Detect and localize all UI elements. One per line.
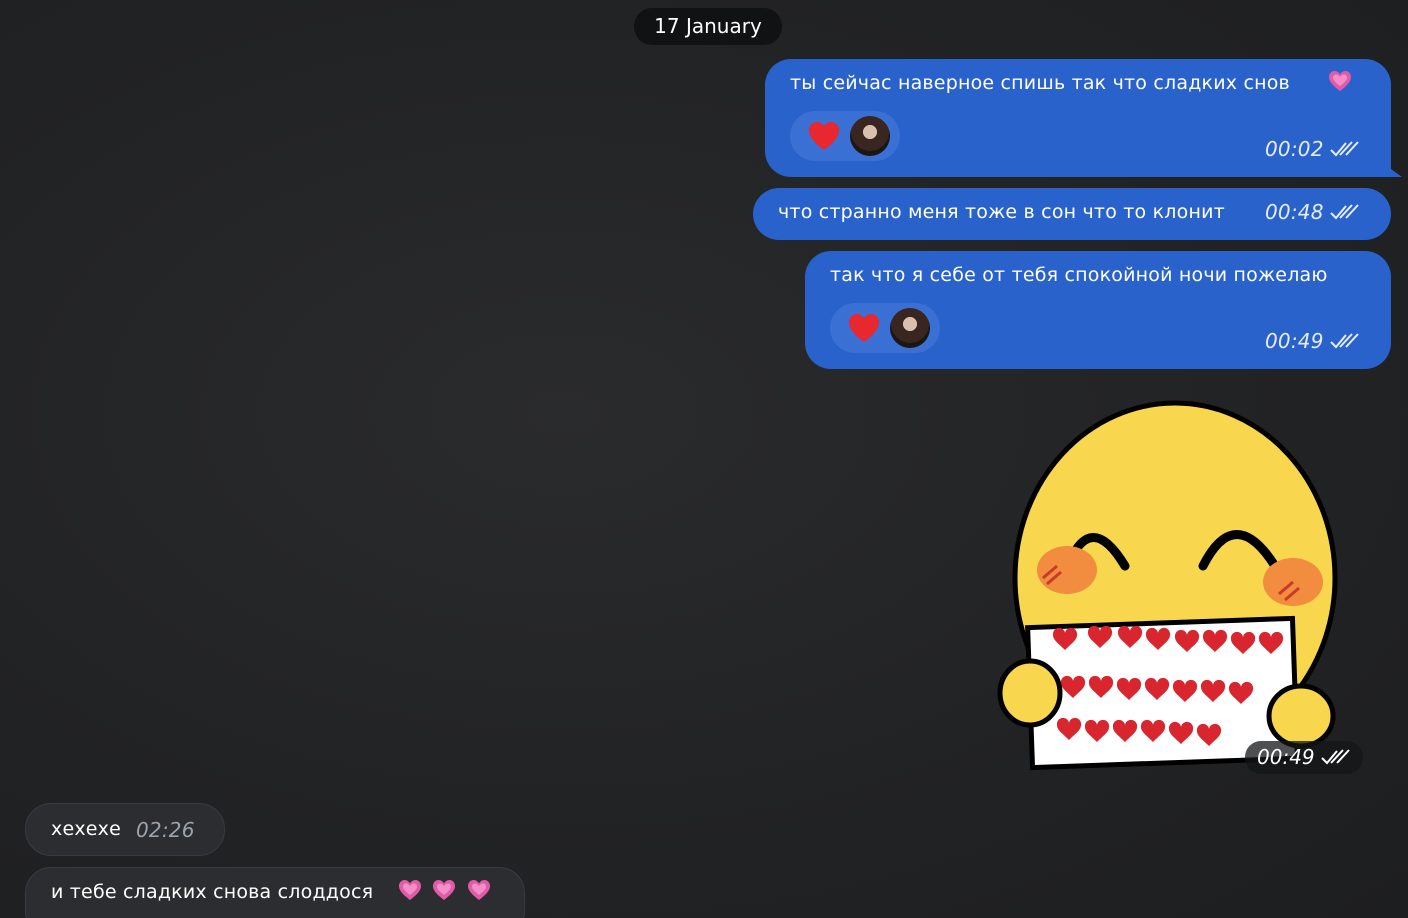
message-text: ты сейчас наверное спишь так что сладких… (790, 72, 1290, 94)
message-meta: 00:02 (1265, 137, 1360, 161)
message-text: так что я себе от тебя спокойной ночи по… (830, 264, 1328, 286)
message-bubble-out[interactable]: так что я себе от тебя спокойной ночи по… (805, 251, 1391, 369)
message-meta: 00:49 (1257, 745, 1351, 769)
double-check-icon (1320, 749, 1350, 765)
chat-view: 17 January ты сейчас наверное спишь так … (0, 0, 1408, 918)
reaction-chip[interactable] (790, 111, 900, 161)
pink-heart-icon (433, 880, 456, 900)
reactor-avatar (890, 308, 930, 348)
double-check-icon (1329, 333, 1359, 349)
sticker-smiley-hearts[interactable] (995, 398, 1365, 773)
message-time: 00:02 (1265, 137, 1324, 161)
message-time: 00:49 (1265, 329, 1324, 353)
reactor-avatar (850, 116, 890, 156)
message-text: хехехе (51, 818, 122, 840)
reaction-chip[interactable] (830, 303, 940, 353)
message-meta: 00:49 (1265, 329, 1360, 353)
message-meta: 00:48 (1265, 200, 1360, 224)
bubble-tail (1372, 155, 1402, 177)
sticker-time-pill: 00:49 (1245, 741, 1363, 774)
red-heart-icon (849, 314, 879, 342)
pink-heart-icon (467, 880, 490, 900)
pink-heart-icon (399, 880, 421, 900)
message-text: и тебе сладких снова слоддося (51, 881, 374, 903)
message-bubble-in[interactable]: и тебе сладких снова слоддося (25, 867, 525, 918)
message-bubble-in[interactable]: хехехе 02:26 (25, 803, 225, 856)
message-meta: 02:26 (136, 818, 195, 842)
message-time: 02:26 (136, 818, 195, 842)
double-check-icon (1329, 141, 1359, 157)
red-heart-icon (809, 122, 839, 150)
message-text: что странно меня тоже в сон что то клони… (778, 201, 1225, 223)
double-check-icon (1329, 204, 1359, 220)
pink-heart-icon (1329, 71, 1351, 91)
message-bubble-out[interactable]: ты сейчас наверное спишь так что сладких… (765, 59, 1391, 177)
message-bubble-out[interactable]: что странно меня тоже в сон что то клони… (753, 188, 1391, 240)
message-time: 00:49 (1257, 745, 1315, 769)
pink-hearts-emoji (398, 879, 491, 903)
message-time: 00:48 (1265, 200, 1324, 224)
date-separator: 17 January (634, 8, 782, 45)
